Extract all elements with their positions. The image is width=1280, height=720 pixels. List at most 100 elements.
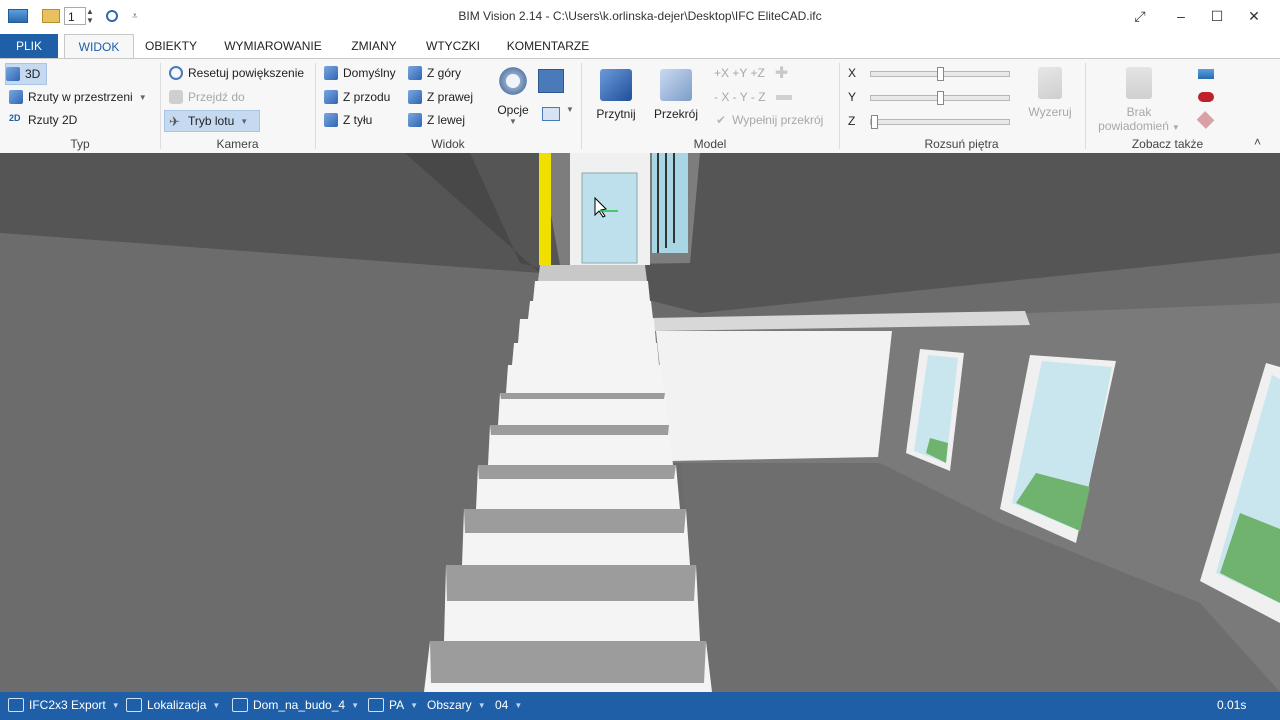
status-location[interactable]: Lokalizacja ▼	[126, 698, 220, 712]
clip-button[interactable]: Przytnij	[592, 69, 640, 121]
chevron-down-icon: ▼	[509, 117, 517, 126]
3d-viewport[interactable]	[0, 153, 1280, 692]
add-icon: ✚	[774, 65, 789, 82]
spatial-plans-button[interactable]: Rzuty w przestrzeni ▼	[9, 87, 147, 107]
store-link-icon[interactable]	[1196, 111, 1215, 129]
location-icon	[126, 698, 142, 712]
chevron-down-icon: ▼	[410, 700, 419, 710]
tab-wymiarowanie[interactable]: WYMIAROWANIE	[214, 34, 332, 58]
collapse-ribbon-button[interactable]: ˄	[1254, 135, 1261, 149]
slider-x-label: X	[848, 66, 857, 80]
slider-z[interactable]	[870, 115, 1010, 129]
yellow-column	[539, 153, 551, 265]
window-title: BIM Vision 2.14 - C:\Users\k.orlinska-de…	[458, 9, 822, 23]
chevron-down-icon: ▼	[212, 700, 221, 710]
scene-render	[0, 153, 1280, 692]
bim-vision-link-icon[interactable]	[1198, 69, 1214, 79]
section-plus-axes[interactable]: +X +Y +Z ✚	[714, 63, 788, 83]
partition-wall	[656, 331, 892, 461]
view-front-button[interactable]: Z przodu	[324, 87, 390, 107]
group-label-typ: Typ	[70, 137, 90, 151]
chevron-down-icon: ▼	[514, 700, 523, 710]
view-left-button[interactable]: Z lewej	[408, 110, 465, 130]
door-glass	[581, 172, 638, 264]
chevron-down-icon: ▼	[111, 700, 120, 710]
plane-icon: ✈	[169, 114, 180, 129]
chevron-down-icon: ▼	[1171, 123, 1180, 132]
reset-explode-button[interactable]: Wyzeruj	[1024, 67, 1076, 119]
tab-komentarze[interactable]: KOMENTARZE	[498, 34, 598, 58]
broom-icon	[1038, 67, 1062, 99]
slider-x-thumb[interactable]	[937, 67, 944, 81]
options-button[interactable]: Opcje ▼	[492, 65, 534, 126]
tab-obiekty[interactable]: OBIEKTY	[138, 34, 204, 58]
edit-view-icon[interactable]	[538, 69, 564, 93]
close-button[interactable]: ✕	[1239, 6, 1269, 26]
maximize-button[interactable]: ☐	[1202, 6, 1232, 26]
view-back-button[interactable]: Z tyłu	[324, 110, 372, 130]
status-ifc-export[interactable]: IFC2x3 Export ▼	[8, 698, 120, 712]
left-view-icon	[408, 113, 422, 127]
storey-icon	[368, 698, 384, 712]
restore-view-button[interactable]: ⤢	[1125, 6, 1155, 26]
minimize-button[interactable]: –	[1166, 6, 1196, 26]
chevron-down-icon: ▼	[240, 116, 249, 126]
fill-section-checkbox[interactable]: ✔ Wypełnij przekrój	[716, 110, 823, 130]
clip-box-icon	[600, 69, 632, 101]
cube-icon	[6, 67, 20, 81]
group-label-model: Model	[693, 137, 727, 151]
title-bar: 1 ▲ ▼ ⩡ BIM Vision 2.14 - C:\Users\k.orli…	[0, 0, 1280, 32]
zoom-icon	[169, 66, 183, 80]
map-icon[interactable]	[542, 107, 560, 121]
default-view-icon	[324, 66, 338, 80]
section-box-icon	[660, 69, 692, 101]
status-time: 0.01s	[1217, 698, 1247, 712]
tab-plik[interactable]: PLIK	[0, 34, 58, 58]
section-minus-axes[interactable]: - X - Y - Z	[714, 87, 792, 107]
top-view-icon	[408, 66, 422, 80]
fly-mode-button[interactable]: ✈ Tryb lotu ▼	[164, 110, 260, 132]
group-label-widok: Widok	[431, 137, 465, 151]
remove-icon	[775, 94, 792, 100]
group-label-kamera: Kamera	[216, 137, 259, 151]
ribbon: 3D Rzuty w przestrzeni ▼ 2D Rzuty 2D Typ R…	[0, 58, 1280, 154]
status-level[interactable]: 04 ▼	[495, 698, 522, 712]
slider-y[interactable]	[870, 91, 1010, 105]
status-building[interactable]: Dom_na_budo_4 ▼	[232, 698, 359, 712]
view-3d-button[interactable]: 3D	[5, 63, 47, 85]
view-top-button[interactable]: Z góry	[408, 63, 461, 83]
file-icon	[8, 698, 24, 712]
ribbon-tabs: PLIK WIDOK OBIEKTY WYMIAROWANIE ZMIANY W…	[0, 34, 1280, 59]
notifications-button[interactable]: Brak powiadomień ▼	[1094, 67, 1184, 133]
tab-zmiany[interactable]: ZMIANY	[342, 34, 406, 58]
gears-icon	[497, 65, 529, 97]
status-storey[interactable]: PA ▼	[368, 698, 418, 712]
status-areas[interactable]: Obszary ▼	[427, 698, 486, 712]
plugin-link-icon[interactable]	[1198, 92, 1214, 102]
right-view-icon	[408, 90, 422, 104]
tab-wtyczki[interactable]: WTYCZKI	[418, 34, 488, 58]
chevron-down-icon: ▼	[477, 700, 486, 710]
view-right-button[interactable]: Z prawej	[408, 87, 473, 107]
slider-z-thumb[interactable]	[871, 115, 878, 129]
section-button[interactable]: Przekrój	[650, 69, 702, 121]
slider-y-thumb[interactable]	[937, 91, 944, 105]
go-to-button[interactable]: Przejdź do	[169, 87, 245, 107]
status-bar: IFC2x3 Export ▼ Lokalizacja ▼ Dom_na_budo_…	[0, 692, 1280, 720]
spatial-plans-icon	[9, 90, 23, 104]
slider-z-label: Z	[848, 114, 856, 128]
view-default-button[interactable]: Domyślny	[324, 63, 396, 83]
reset-zoom-button[interactable]: Resetuj powiększenie	[169, 63, 304, 83]
front-view-icon	[324, 90, 338, 104]
slider-x[interactable]	[870, 67, 1010, 81]
chevron-down-icon[interactable]: ▼	[566, 105, 574, 114]
chevron-down-icon: ▼	[138, 92, 147, 102]
flag-icon	[1126, 67, 1152, 99]
plan-2d-icon: 2D	[9, 113, 21, 123]
slider-y-label: Y	[848, 90, 857, 104]
plans-2d-button[interactable]: 2D Rzuty 2D	[9, 110, 77, 130]
walk-icon	[169, 90, 183, 104]
checkmark-icon: ✔	[716, 113, 727, 127]
tab-widok[interactable]: WIDOK	[64, 34, 134, 59]
chevron-down-icon: ▼	[351, 700, 359, 710]
